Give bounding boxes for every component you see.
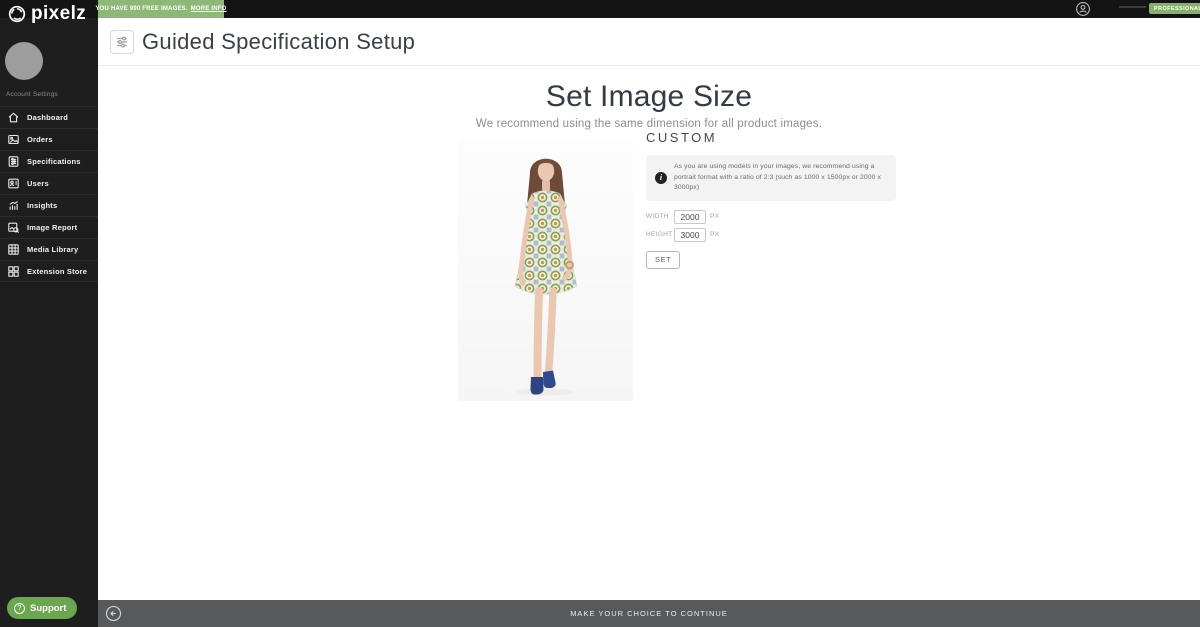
sidebar-item-label: Orders: [27, 135, 53, 144]
width-label: WIDTH: [646, 213, 674, 220]
sidebar-item-label: Media Library: [27, 245, 78, 254]
sidebar-item-image-report[interactable]: Image Report: [0, 216, 98, 238]
width-unit-label: PX: [710, 213, 719, 220]
free-images-banner[interactable]: YOU HAVE 990 FREE IMAGES. MORE INFO: [98, 0, 224, 18]
height-input[interactable]: [674, 228, 706, 242]
avatar[interactable]: [5, 42, 43, 80]
sidebar-item-label: Users: [27, 179, 49, 188]
sidebar-section-label: Account Settings: [6, 91, 58, 98]
more-info-link[interactable]: MORE INFO: [191, 6, 227, 12]
document-sliders-icon: [7, 155, 20, 168]
sidebar-item-specifications[interactable]: Specifications: [0, 150, 98, 172]
specification-setup-icon: [110, 30, 134, 54]
info-text: As you are using models in your images, …: [674, 162, 887, 194]
image-magnifier-icon: [7, 221, 20, 234]
hero-section: Set Image Size We recommend using the sa…: [98, 80, 1200, 130]
sidebar-item-label: Dashboard: [27, 113, 68, 122]
sidebar-item-dashboard[interactable]: Dashboard: [0, 106, 98, 128]
logo-text: pixelz: [31, 3, 86, 25]
set-button[interactable]: SET: [646, 251, 680, 269]
picture-icon: [7, 133, 20, 146]
squares-icon: [7, 265, 20, 278]
sidebar-item-label: Insights: [27, 201, 57, 210]
plan-badge: PROFESSIONAL: [1149, 3, 1200, 14]
info-icon: i: [655, 172, 667, 184]
sidebar: Account Settings Dashboard Orders: [0, 18, 98, 627]
home-icon: [7, 111, 20, 124]
width-row: WIDTH PX: [646, 210, 906, 224]
aperture-icon: [8, 5, 26, 23]
sidebar-item-label: Extension Store: [27, 267, 87, 276]
product-preview-image: [458, 139, 633, 401]
chart-icon: [7, 199, 20, 212]
page-title: Guided Specification Setup: [142, 29, 415, 55]
custom-heading: CUSTOM: [646, 130, 906, 145]
sidebar-item-label: Specifications: [27, 157, 81, 166]
sidebar-item-label: Image Report: [27, 223, 77, 232]
bottom-bar: MAKE YOUR CHOICE TO CONTINUE: [98, 600, 1200, 627]
question-icon: ?: [14, 603, 25, 614]
height-unit-label: PX: [710, 231, 719, 238]
custom-size-section: CUSTOM i As you are using models in your…: [646, 130, 906, 269]
sidebar-item-insights[interactable]: Insights: [0, 194, 98, 216]
content-header: Guided Specification Setup: [98, 18, 1200, 66]
height-row: HEIGHT PX: [646, 228, 906, 242]
section-subtitle: We recommend using the same dimension fo…: [98, 118, 1200, 130]
section-title: Set Image Size: [98, 80, 1200, 114]
username-text: [1119, 6, 1146, 8]
top-bar: YOU HAVE 990 FREE IMAGES. MORE INFO PROF…: [0, 0, 1200, 18]
support-label: Support: [30, 603, 66, 614]
app-window: YOU HAVE 990 FREE IMAGES. MORE INFO PROF…: [0, 0, 1200, 627]
info-box: i As you are using models in your images…: [646, 155, 896, 201]
id-card-icon: [7, 177, 20, 190]
footer-message: MAKE YOUR CHOICE TO CONTINUE: [98, 609, 1200, 618]
height-label: HEIGHT: [646, 231, 674, 238]
sidebar-item-media-library[interactable]: Media Library: [0, 238, 98, 260]
grid-icon: [7, 243, 20, 256]
support-button[interactable]: ? Support: [7, 597, 77, 619]
sidebar-item-users[interactable]: Users: [0, 172, 98, 194]
pixelz-logo[interactable]: pixelz: [8, 1, 86, 27]
sidebar-item-extension-store[interactable]: Extension Store: [0, 260, 98, 282]
sidebar-item-orders[interactable]: Orders: [0, 128, 98, 150]
free-images-text: YOU HAVE 990 FREE IMAGES.: [95, 6, 187, 12]
account-icon[interactable]: [1075, 1, 1091, 17]
sidebar-nav: Dashboard Orders Specifications: [0, 106, 98, 282]
main-content: Guided Specification Setup Set Image Siz…: [98, 18, 1200, 600]
width-input[interactable]: [674, 210, 706, 224]
